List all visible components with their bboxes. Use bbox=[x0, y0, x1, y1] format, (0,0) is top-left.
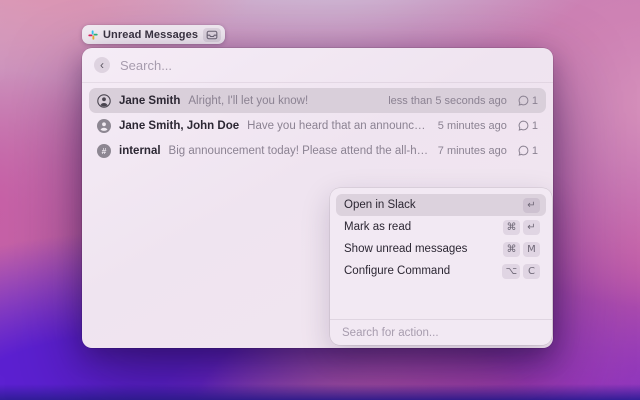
message-count: 1 bbox=[532, 145, 538, 157]
action-search-input[interactable] bbox=[342, 327, 540, 339]
list-item[interactable]: # internal Big announcement today! Pleas… bbox=[89, 138, 546, 163]
channel-hash-icon: # bbox=[97, 144, 111, 158]
action-show-unread-messages[interactable]: Show unread messages ⌘ M bbox=[336, 238, 546, 260]
people-icon bbox=[97, 119, 111, 133]
sender-name: Jane Smith bbox=[119, 95, 180, 107]
message-bubble-icon bbox=[518, 145, 529, 156]
m-key: M bbox=[523, 242, 540, 257]
return-key-icon: ↵ bbox=[523, 198, 540, 213]
option-key-icon: ⌥ bbox=[502, 264, 520, 279]
command-key-icon: ⌘ bbox=[503, 220, 520, 235]
message-bubble-icon bbox=[518, 120, 529, 131]
shortcut-keys: ⌘ ↵ bbox=[503, 220, 540, 235]
action-mark-as-read[interactable]: Mark as read ⌘ ↵ bbox=[336, 216, 546, 238]
actions-footer bbox=[330, 319, 552, 345]
timestamp: less than 5 seconds ago bbox=[388, 95, 507, 107]
action-configure-command[interactable]: Configure Command ⌥ C bbox=[336, 260, 546, 282]
chevron-left-icon: ‹ bbox=[100, 59, 104, 71]
list-item[interactable]: Jane Smith Alright, I'll let you know! l… bbox=[89, 88, 546, 113]
actions-panel: Open in Slack ↵ Mark as read ⌘ ↵ Show un… bbox=[330, 188, 552, 345]
timestamp: 5 minutes ago bbox=[438, 120, 507, 132]
row-meta: 7 minutes ago 1 bbox=[438, 145, 538, 157]
pill-label: Unread Messages bbox=[103, 29, 198, 41]
timestamp: 7 minutes ago bbox=[438, 145, 507, 157]
return-key-icon: ↵ bbox=[523, 220, 540, 235]
shortcut-keys: ⌥ C bbox=[502, 264, 540, 279]
pill-badge bbox=[203, 28, 221, 42]
unread-messages-list: Jane Smith Alright, I'll let you know! l… bbox=[82, 83, 553, 163]
row-meta: 5 minutes ago 1 bbox=[438, 120, 538, 132]
action-label: Mark as read bbox=[344, 221, 411, 233]
c-key: C bbox=[523, 264, 540, 279]
action-label: Configure Command bbox=[344, 265, 450, 277]
search-input[interactable] bbox=[120, 58, 541, 73]
row-meta: less than 5 seconds ago 1 bbox=[388, 95, 538, 107]
search-bar: ‹ bbox=[82, 48, 553, 83]
shortcut-keys: ⌘ M bbox=[503, 242, 540, 257]
message-count: 1 bbox=[532, 95, 538, 107]
back-button[interactable]: ‹ bbox=[94, 57, 110, 73]
message-preview: Big announcement today! Please attend th… bbox=[169, 145, 430, 157]
command-key-icon: ⌘ bbox=[503, 242, 520, 257]
person-icon bbox=[97, 94, 111, 108]
shortcut-keys: ↵ bbox=[523, 198, 540, 213]
channel-name: internal bbox=[119, 145, 161, 157]
actions-list: Open in Slack ↵ Mark as read ⌘ ↵ Show un… bbox=[330, 188, 552, 288]
action-label: Open in Slack bbox=[344, 199, 416, 211]
message-bubble-icon bbox=[518, 95, 529, 106]
sender-name: Jane Smith, John Doe bbox=[119, 120, 239, 132]
command-pill[interactable]: Unread Messages bbox=[82, 25, 225, 44]
list-item[interactable]: Jane Smith, John Doe Have you heard that… bbox=[89, 113, 546, 138]
message-preview: Alright, I'll let you know! bbox=[188, 95, 308, 107]
message-count: 1 bbox=[532, 120, 538, 132]
slack-icon bbox=[88, 30, 98, 40]
launcher-window: ‹ Jane Smith Alright, I'll let you know!… bbox=[82, 48, 553, 348]
action-label: Show unread messages bbox=[344, 243, 467, 255]
tray-icon bbox=[206, 30, 218, 40]
action-open-in-slack[interactable]: Open in Slack ↵ bbox=[336, 194, 546, 216]
message-preview: Have you heard that an announcement is c… bbox=[247, 120, 430, 132]
